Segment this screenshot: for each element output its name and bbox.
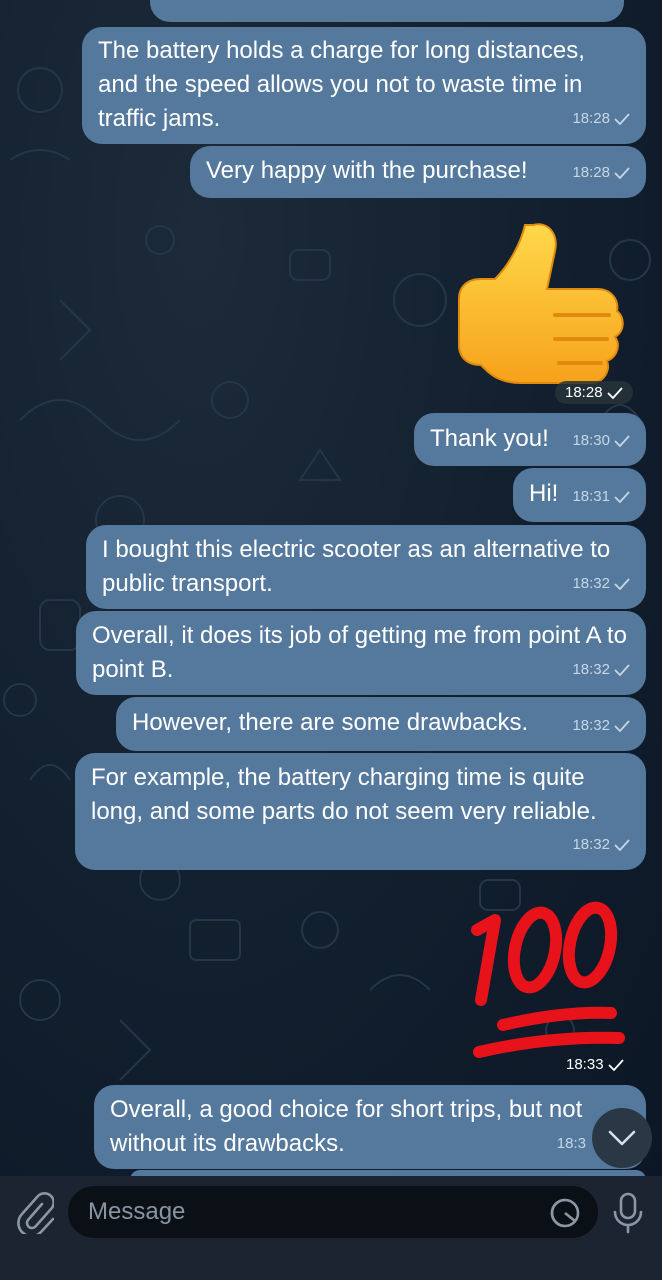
sent-check-icon	[614, 664, 630, 676]
thumbs-up-icon	[458, 223, 624, 384]
sent-check-icon	[614, 720, 630, 732]
paperclip-icon	[17, 1192, 55, 1238]
message-text: However, there are some drawbacks.	[132, 709, 529, 736]
message-bubble[interactable]: Overall, it does its job of getting me f…	[76, 611, 646, 695]
sent-check-icon	[614, 578, 630, 590]
message-meta: 18:28	[572, 156, 630, 190]
sticker-icon	[550, 1198, 580, 1228]
chat-background: The battery holds a charge for long dist…	[0, 0, 662, 1176]
message-bubble[interactable]: I bought this electric scooter as an alt…	[86, 525, 646, 609]
sent-check-icon	[606, 386, 623, 399]
sticker-button[interactable]	[548, 1196, 582, 1230]
message-meta: 18:31	[572, 480, 630, 514]
sticker-meta: 18:33	[556, 1053, 634, 1076]
message-bubble[interactable]: Very happy with the purchase! 18:28	[190, 146, 646, 198]
sent-check-icon	[614, 491, 630, 503]
message-input[interactable]: Message	[68, 1186, 598, 1238]
voice-message-button[interactable]	[610, 1190, 646, 1234]
message-text: For example, the battery charging time i…	[91, 764, 597, 825]
hundred-points-sticker[interactable]	[465, 890, 635, 1060]
message-time: 18:30	[572, 432, 610, 449]
message-meta: 18:28	[572, 102, 630, 136]
sticker-meta: 18:28	[555, 381, 633, 404]
message-text: I bought this electric scooter as an alt…	[102, 536, 611, 597]
message-time: 18:28	[572, 110, 610, 127]
message-text: The battery holds a charge for long dist…	[98, 37, 585, 132]
microphone-icon	[613, 1192, 643, 1234]
sent-check-icon	[614, 839, 630, 851]
message-time: 18:3	[556, 1135, 586, 1152]
hundred-points-icon	[471, 901, 625, 1058]
sent-check-icon	[614, 113, 630, 125]
message-time: 18:32	[572, 717, 610, 734]
message-time: 18:28	[565, 384, 603, 401]
message-bubble-clipped	[150, 0, 624, 22]
message-time: 18:33	[566, 1056, 604, 1073]
message-bubble[interactable]: The battery holds a charge for long dist…	[82, 27, 646, 144]
message-meta: 18:32	[572, 709, 630, 743]
message-text: Very happy with the purchase!	[206, 157, 528, 184]
message-text: Overall, a good choice for short trips, …	[110, 1096, 583, 1157]
message-meta: 18:3	[557, 1127, 586, 1161]
message-meta: 18:32	[572, 567, 630, 601]
message-text: Overall, it does its job of getting me f…	[92, 622, 627, 683]
message-meta: 18:30	[572, 424, 630, 458]
thumbs-up-sticker[interactable]	[455, 215, 635, 390]
message-meta: 18:32	[572, 828, 630, 862]
sent-check-icon	[614, 167, 630, 179]
message-placeholder: Message	[88, 1198, 186, 1225]
attach-button[interactable]	[14, 1190, 55, 1238]
message-time: 18:31	[572, 488, 610, 505]
message-time: 18:32	[572, 836, 610, 853]
message-meta: 18:32	[572, 653, 630, 687]
message-bubble[interactable]: However, there are some drawbacks. 18:32	[116, 697, 646, 751]
message-input-bar: Message	[0, 1176, 662, 1280]
message-bubble[interactable]: Hi! 18:31	[513, 468, 646, 522]
message-time: 18:32	[572, 661, 610, 678]
message-bubble[interactable]: Overall, a good choice for short trips, …	[94, 1085, 646, 1169]
chevron-down-icon	[608, 1130, 636, 1146]
sent-check-icon	[607, 1058, 624, 1071]
message-bubble[interactable]: Thank you! 18:30	[414, 413, 646, 466]
message-time: 18:32	[572, 575, 610, 592]
message-time: 18:28	[572, 164, 610, 181]
sent-check-icon	[614, 435, 630, 447]
message-bubble[interactable]: For example, the battery charging time i…	[75, 753, 646, 870]
scroll-down-button[interactable]	[592, 1108, 652, 1168]
